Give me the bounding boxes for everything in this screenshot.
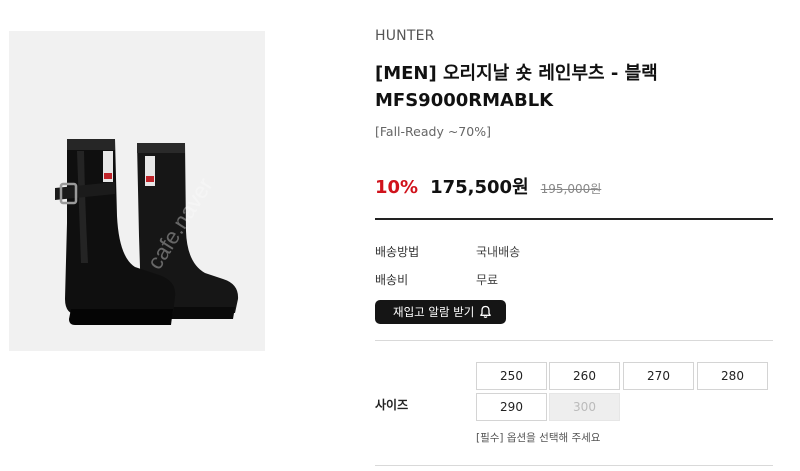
product-title: [MEN] 오리지날 숏 레인부츠 - 블랙 MFS9000RMABLK	[375, 60, 775, 114]
price-divider	[375, 218, 773, 220]
discount-rate: 10%	[375, 177, 419, 198]
size-option-250[interactable]: 250	[476, 362, 547, 390]
brand-name[interactable]: HUNTER	[375, 28, 435, 44]
price-row: 10% 175,500원 195,000원	[375, 173, 601, 199]
boots-illustration: cafe.naver	[55, 139, 239, 325]
size-option-270[interactable]: 270	[623, 362, 694, 390]
shipping-method-label: 배송방법	[375, 245, 420, 259]
original-price: 195,000원	[540, 182, 602, 196]
size-required-note: [필수] 옵션을 선택해 주세요	[476, 432, 601, 444]
bell-icon	[480, 305, 492, 319]
size-option-260[interactable]: 260	[549, 362, 620, 390]
shipping-method-value: 국내배송	[476, 245, 521, 259]
product-title-line1: [MEN] 오리지날 숏 레인부츠 - 블랙	[375, 63, 658, 84]
shipping-divider	[375, 340, 773, 341]
product-subtitle: [Fall-Ready ~70%]	[375, 124, 491, 139]
shipping-fee-value: 무료	[476, 273, 499, 287]
size-divider	[375, 465, 773, 466]
restock-alert-button[interactable]: 재입고 알람 받기	[375, 300, 507, 324]
size-option-280[interactable]: 280	[697, 362, 768, 390]
size-option-290[interactable]: 290	[476, 393, 547, 421]
sale-price: 175,500원	[430, 177, 529, 198]
size-label: 사이즈	[375, 398, 409, 412]
product-code: MFS9000RMABLK	[375, 90, 554, 111]
size-option-300: 300	[549, 393, 620, 421]
restock-alert-label: 재입고 알람 받기	[393, 305, 475, 319]
shipping-fee-label: 배송비	[375, 273, 409, 287]
product-image: cafe.naver	[9, 31, 265, 351]
